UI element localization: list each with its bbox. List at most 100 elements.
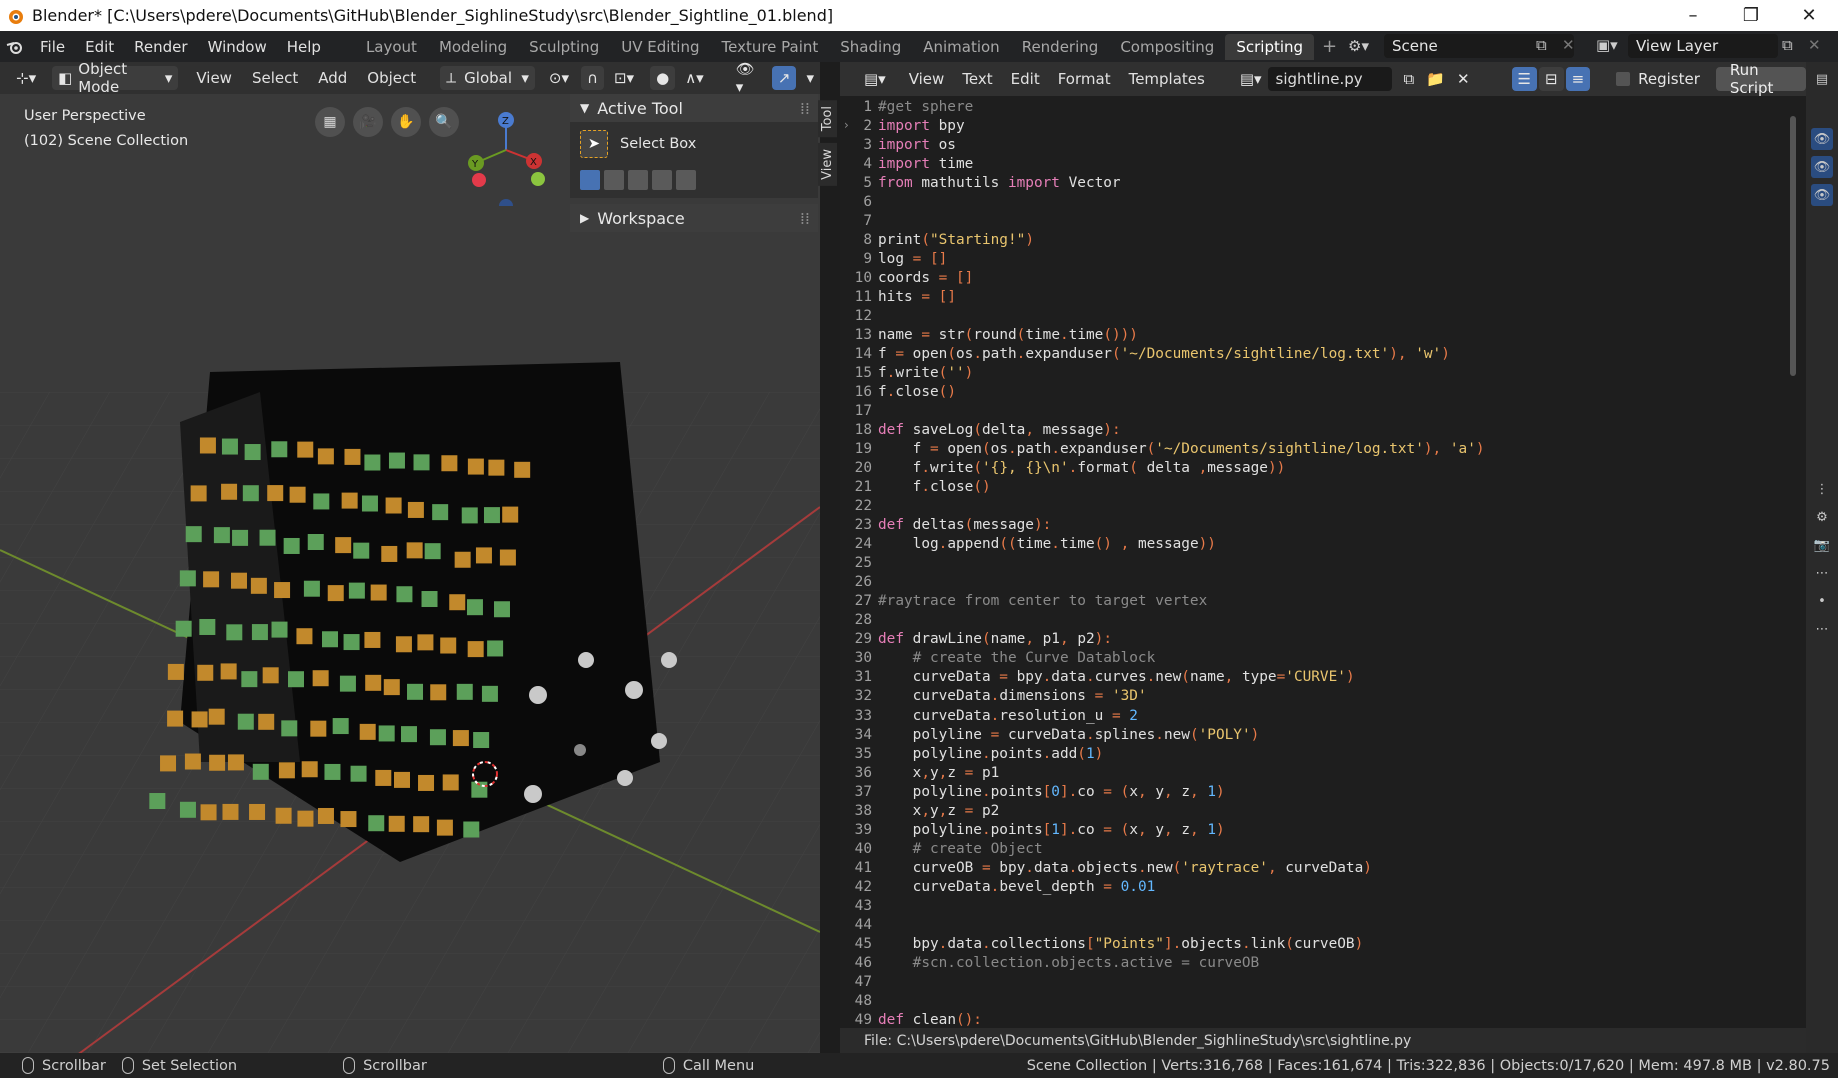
add-workspace-button[interactable]: +	[1314, 36, 1345, 57]
code-line[interactable]: 19 f = open(os.path.expanduser('~/Docume…	[840, 440, 1790, 459]
code-line[interactable]: 37 polyline.points[0].co = (x, y, z, 1)	[840, 783, 1790, 802]
code-line[interactable]: 25	[840, 554, 1790, 573]
new-view-layer-icon[interactable]: ⧉	[1782, 36, 1793, 54]
text-menu-templates[interactable]: Templates	[1120, 62, 1214, 96]
outliner-icon[interactable]: ▤	[1811, 68, 1833, 90]
code-line[interactable]: 7	[840, 212, 1790, 231]
code-line[interactable]: 13 name = str(round(time.time()))	[840, 326, 1790, 345]
code-line[interactable]: 29 def drawLine(name, p1, p2):	[840, 630, 1790, 649]
code-line[interactable]: 1 #get sphere	[840, 98, 1790, 117]
remove-view-layer-icon[interactable]: ✕	[1808, 36, 1821, 54]
viewport-menu-view[interactable]: View	[186, 63, 242, 94]
menu-window[interactable]: Window	[198, 31, 277, 62]
outliner-filter-icon[interactable]: ⋮	[1811, 478, 1833, 500]
visibility-eye-icon[interactable]: 👁	[1811, 128, 1833, 150]
tab-modeling[interactable]: Modeling	[428, 34, 518, 60]
editor-type-icon[interactable]: ▤▾	[858, 67, 892, 91]
new-scene-icon[interactable]: ⧉	[1536, 36, 1547, 54]
text-menu-format[interactable]: Format	[1049, 62, 1120, 96]
orientation-selector[interactable]: ⟂ Global ▾	[440, 66, 535, 90]
code-line[interactable]: 2 import bpy	[840, 117, 1790, 136]
tab-rendering[interactable]: Rendering	[1011, 34, 1110, 60]
code-line[interactable]: 16 f.close()	[840, 383, 1790, 402]
blender-menu-icon[interactable]	[0, 39, 30, 55]
tab-layout[interactable]: Layout	[355, 34, 428, 60]
code-line[interactable]: 44	[840, 916, 1790, 935]
toggle-ortho-icon[interactable]: ▦	[315, 107, 345, 137]
navigation-gizmo[interactable]: Z X Y	[456, 106, 556, 206]
code-line[interactable]: 47	[840, 973, 1790, 992]
code-line[interactable]: 4 import time	[840, 155, 1790, 174]
code-line[interactable]: 22	[840, 497, 1790, 516]
camera-view-icon[interactable]: 🎥	[353, 107, 383, 137]
mode-invert-icon[interactable]	[652, 170, 672, 190]
editor-type-icon[interactable]: ⊹▾	[10, 66, 42, 90]
tab-compositing[interactable]: Compositing	[1109, 34, 1225, 60]
minimize-button[interactable]: –	[1664, 0, 1722, 31]
tool-row[interactable]: ➤ Select Box	[580, 130, 808, 158]
code-line[interactable]: 40 # create Object	[840, 840, 1790, 859]
code-line[interactable]: 42 curveData.bevel_depth = 0.01	[840, 878, 1790, 897]
code-line[interactable]: 46 #scn.collection.objects.active = curv…	[840, 954, 1790, 973]
code-line[interactable]: 26	[840, 573, 1790, 592]
syntax-highlight-toggle-icon[interactable]: ≡	[1565, 67, 1591, 91]
code-line[interactable]: 48	[840, 992, 1790, 1011]
viewport-menu-object[interactable]: Object	[357, 63, 426, 94]
code-line[interactable]: 33 curveData.resolution_u = 2	[840, 707, 1790, 726]
close-button[interactable]: ✕	[1780, 0, 1838, 31]
menu-edit[interactable]: Edit	[75, 31, 124, 62]
code-line[interactable]: 8 print("Starting!")	[840, 231, 1790, 250]
falloff-icon[interactable]: ∧▾	[679, 66, 710, 90]
tab-tool[interactable]: Tool	[818, 100, 837, 138]
code-line[interactable]: 38 x,y,z = p2	[840, 802, 1790, 821]
code-line[interactable]: 28	[840, 611, 1790, 630]
word-wrap-toggle-icon[interactable]: ⊟	[1538, 67, 1564, 91]
menu-render[interactable]: Render	[124, 31, 197, 62]
tab-uv-editing[interactable]: UV Editing	[610, 34, 710, 60]
code-line[interactable]: 49 def clean():	[840, 1011, 1790, 1028]
mode-subtract-icon[interactable]	[628, 170, 648, 190]
code-line[interactable]: 30 # create the Curve Datablock	[840, 649, 1790, 668]
code-line[interactable]: 17	[840, 402, 1790, 421]
code-line[interactable]: 21 f.close()	[840, 478, 1790, 497]
view-layer-icon[interactable]: ▣▾	[1596, 36, 1618, 54]
code-line[interactable]: 12	[840, 307, 1790, 326]
snap-icon[interactable]: ∩	[581, 66, 604, 90]
code-line[interactable]: 3 import os	[840, 136, 1790, 155]
code-line[interactable]: 9 log = []	[840, 250, 1790, 269]
tab-texture-paint[interactable]: Texture Paint	[710, 34, 829, 60]
gizmo-menu-icon[interactable]: ▾	[800, 66, 820, 90]
menu-file[interactable]: File	[30, 31, 75, 62]
3d-viewport[interactable]: ⊹▾ ◧ Object Mode ▾ View Select Add Objec…	[0, 62, 820, 1053]
visibility-icon[interactable]: 👁▾	[730, 62, 768, 96]
scene-selector-icon[interactable]: ⚙▾	[1348, 37, 1369, 55]
active-tool-header[interactable]: ▼ Active Tool ⁞⁞	[570, 94, 818, 122]
open-text-icon[interactable]: 📁	[1420, 67, 1451, 91]
text-menu-text[interactable]: Text	[953, 62, 1001, 96]
code-line[interactable]: 6	[840, 193, 1790, 212]
mode-selector[interactable]: ◧ Object Mode ▾	[52, 62, 179, 96]
code-line[interactable]: 35 polyline.points.add(1)	[840, 745, 1790, 764]
zoom-icon[interactable]: 🔍	[429, 107, 459, 137]
view-layer-field[interactable]: View Layer	[1628, 34, 1778, 58]
snap-target-icon[interactable]: ⊡▾	[608, 66, 640, 90]
code-line[interactable]: 34 polyline = curveData.splines.new('POL…	[840, 726, 1790, 745]
code-line[interactable]: 10 coords = []	[840, 269, 1790, 288]
menu-help[interactable]: Help	[277, 31, 331, 62]
tab-scripting[interactable]: Scripting	[1225, 33, 1315, 60]
code-line[interactable]: 27 #raytrace from center to target vertex	[840, 592, 1790, 611]
code-line[interactable]: 23 def deltas(message):	[840, 516, 1790, 535]
code-line[interactable]: 20 f.write('{}, {}\n'.format( delta ,mes…	[840, 459, 1790, 478]
tab-view[interactable]: View	[818, 143, 837, 187]
text-browse-icon[interactable]: ▤▾	[1234, 67, 1268, 91]
code-line[interactable]: 36 x,y,z = p1	[840, 764, 1790, 783]
view-layer-properties-icon[interactable]: ⋯	[1811, 562, 1833, 584]
run-script-button[interactable]: Run Script	[1715, 61, 1806, 97]
gizmo-toggle-icon[interactable]: ↗	[771, 66, 797, 90]
render-properties-icon[interactable]: 📷	[1811, 534, 1833, 556]
object-properties-icon[interactable]: •	[1811, 590, 1833, 612]
code-line[interactable]: 32 curveData.dimensions = '3D'	[840, 687, 1790, 706]
code-line[interactable]: 39 polyline.points[1].co = (x, y, z, 1)	[840, 821, 1790, 840]
code-line[interactable]: 14 f = open(os.path.expanduser('~/Documen…	[840, 345, 1790, 364]
visibility-eye-icon[interactable]: 👁	[1811, 156, 1833, 178]
